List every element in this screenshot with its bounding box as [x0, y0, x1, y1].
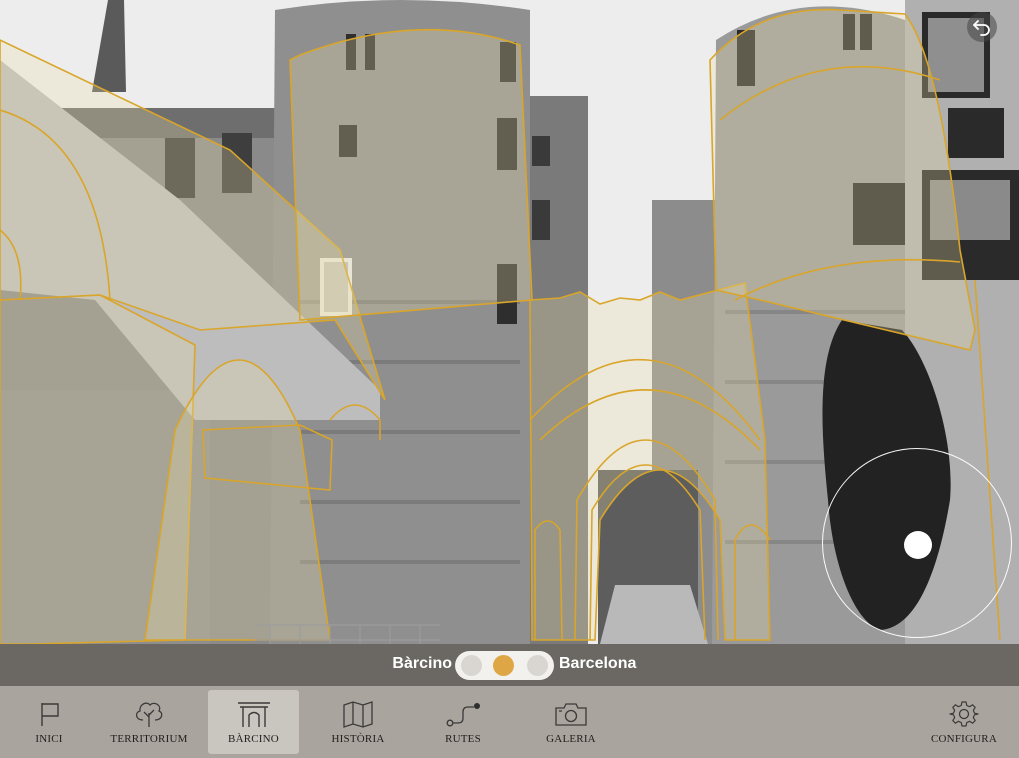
tab-rutes[interactable]: RUTES [428, 690, 498, 754]
tree-icon [135, 702, 163, 727]
tab-historia[interactable]: HISTÒRIA [313, 690, 403, 754]
tab-territorium[interactable]: TERRITORIUM [104, 690, 194, 754]
ar-scene-view[interactable] [0, 0, 1019, 644]
back-button[interactable] [967, 12, 997, 42]
bottom-tab-bar: INICI TERRITORIUM BÀRCINO HISTÒRIA RUTES [0, 686, 1019, 758]
map-icon [343, 701, 373, 728]
gear-icon [949, 701, 979, 727]
arch-icon [237, 702, 270, 727]
switch-position-1[interactable] [461, 655, 482, 676]
route-icon [446, 703, 480, 727]
tab-label: CONFIGURA [931, 733, 997, 745]
switch-position-2-selected[interactable] [493, 655, 514, 676]
era-label-barcino[interactable]: Bàrcino [392, 655, 452, 673]
tab-barcino[interactable]: BÀRCINO [208, 690, 299, 754]
era-toggle-bar: Bàrcino Barcelona [0, 644, 1019, 686]
era-slider-switch[interactable] [455, 651, 554, 680]
tab-label: HISTÒRIA [331, 733, 385, 745]
undo-arrow-icon [973, 20, 990, 36]
tab-inici[interactable]: INICI [14, 690, 84, 754]
switch-position-3[interactable] [527, 655, 548, 676]
camera-icon [555, 703, 587, 726]
navigation-joystick[interactable] [822, 448, 1012, 638]
tab-galeria[interactable]: GALERIA [531, 690, 611, 754]
tab-label: INICI [35, 733, 63, 745]
tab-label: RUTES [445, 733, 481, 745]
tab-label: TERRITORIUM [110, 733, 188, 745]
tab-label: BÀRCINO [228, 733, 279, 745]
joystick-knob[interactable] [904, 531, 932, 559]
era-label-barcelona[interactable]: Barcelona [559, 655, 636, 673]
tab-label: GALERIA [546, 733, 596, 745]
tab-configura[interactable]: CONFIGURA [922, 690, 1006, 754]
flag-icon [41, 703, 59, 726]
